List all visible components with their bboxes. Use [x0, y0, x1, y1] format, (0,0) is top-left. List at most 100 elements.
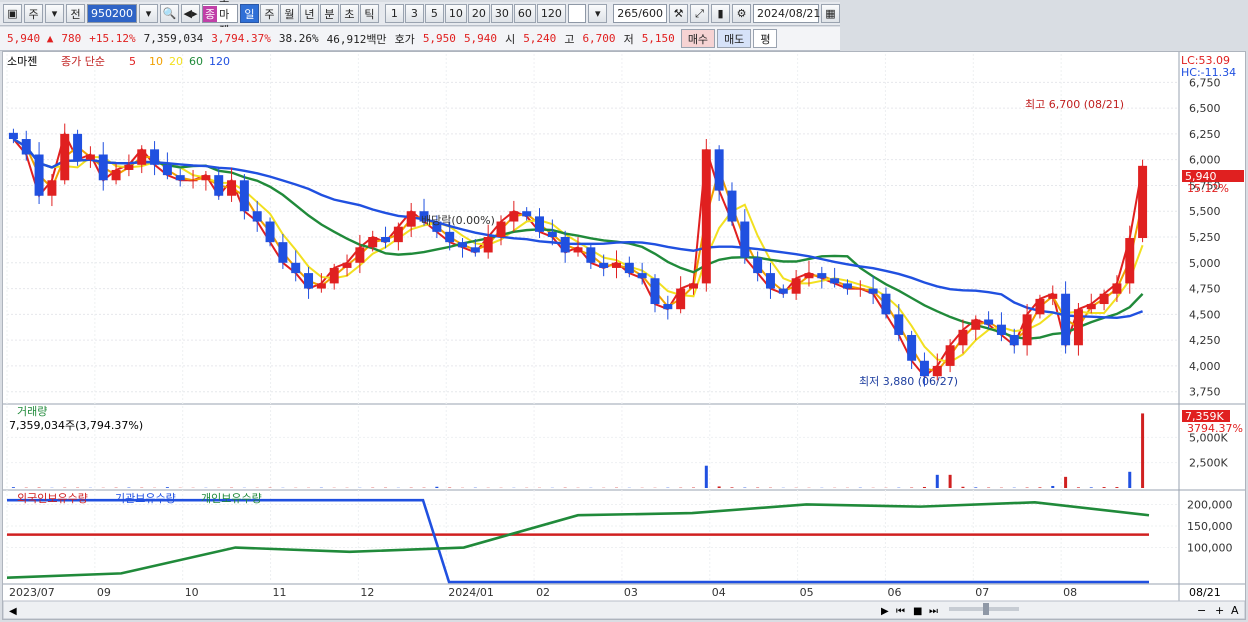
candle-body	[150, 149, 159, 164]
legend-stock-name: 소마젠	[7, 55, 37, 68]
interval-button-3[interactable]: 3	[405, 4, 424, 23]
volume-bar	[961, 487, 964, 488]
date-field[interactable]: 2024/08/21	[753, 4, 819, 23]
scroll-right-icon[interactable]: ▶	[881, 606, 889, 617]
period-button-월[interactable]: 월	[280, 4, 299, 23]
candle-body	[574, 247, 583, 252]
save-icon[interactable]: ▮	[711, 4, 730, 23]
market-prefix-2[interactable]: 전	[66, 4, 85, 23]
candle-body	[650, 278, 659, 304]
candle-body	[471, 247, 480, 252]
legend-ma-120: 120	[209, 55, 230, 68]
stock-name-field[interactable]: 종소마젠	[202, 4, 238, 23]
chart-tools-icon[interactable]: ⚒	[669, 4, 688, 23]
open-label: 시	[501, 31, 519, 47]
font-size-icon[interactable]: A	[1231, 604, 1239, 617]
code-input[interactable]: 950200	[87, 4, 137, 23]
price-tick-label: 4,750	[1189, 283, 1221, 296]
first-icon[interactable]: ⏮	[896, 606, 905, 617]
candle-body	[971, 320, 980, 330]
candle-body	[561, 237, 570, 252]
candle-body	[368, 237, 377, 247]
period-button-주[interactable]: 주	[260, 4, 279, 23]
interval-button-1[interactable]: 1	[385, 4, 404, 23]
dropdown-icon[interactable]: ▾	[45, 4, 64, 23]
volume-bar	[1051, 486, 1054, 488]
interval-button-5[interactable]: 5	[425, 4, 444, 23]
candle-body	[740, 222, 749, 258]
candle-body	[676, 289, 685, 310]
candle-body	[86, 155, 95, 160]
candle-body	[612, 263, 621, 268]
candle-body	[586, 247, 595, 262]
interval-custom-field[interactable]	[568, 4, 586, 23]
speaker-icon[interactable]: ◀▸	[181, 4, 200, 23]
candle-body	[163, 165, 172, 175]
candle-body	[984, 320, 993, 325]
low-annotation: 최저 3,880 (06/27)	[859, 375, 958, 388]
volume-last-pct: 3794.37%	[1187, 422, 1243, 435]
candle-body	[727, 191, 736, 222]
candle-body	[1048, 294, 1057, 299]
x-tick-label: 08	[1063, 586, 1077, 599]
candle-body	[843, 283, 852, 288]
calendar-icon[interactable]: ▦	[821, 4, 840, 23]
candle-body	[958, 330, 967, 345]
market-prefix[interactable]: 주	[24, 4, 43, 23]
period-button-년[interactable]: 년	[300, 4, 319, 23]
scroll-left-icon[interactable]: ◀	[9, 606, 17, 617]
hc-value: HC:-11.34	[1181, 66, 1236, 79]
change-pct: +15.12%	[85, 32, 139, 45]
layout-icon[interactable]: ▣	[3, 4, 22, 23]
candle-body	[715, 149, 724, 190]
search-icon[interactable]: 🔍	[160, 4, 179, 23]
candle-body	[445, 232, 454, 242]
count-total: /600	[638, 7, 663, 20]
interval-button-60[interactable]: 60	[514, 4, 536, 23]
price-tick-label: 4,250	[1189, 334, 1221, 347]
stock-chart[interactable]: 3,7504,0004,2504,5004,7505,0005,2505,500…	[3, 52, 1245, 619]
candle-body	[792, 278, 801, 293]
scroll-bar[interactable]: ◀ ▶ ⏮ ■ ⏭ − + A	[3, 601, 1245, 619]
draw-icon[interactable]: ⤢	[690, 4, 709, 23]
candle-body	[548, 232, 557, 237]
buy-button[interactable]: 매수	[681, 29, 715, 48]
candle-body	[946, 345, 955, 366]
period-button-분[interactable]: 분	[320, 4, 339, 23]
change: 780	[57, 32, 85, 45]
zoom-out-icon[interactable]: −	[1197, 604, 1206, 617]
interval-button-30[interactable]: 30	[491, 4, 513, 23]
even-button[interactable]: 평	[753, 29, 777, 48]
interval-dropdown-icon[interactable]: ▾	[588, 4, 607, 23]
high-label: 고	[560, 31, 578, 47]
volume-bar	[705, 466, 708, 488]
holding-tick-label: 200,000	[1187, 498, 1233, 511]
x-tick-label: 05	[800, 586, 814, 599]
sell-button[interactable]: 매도	[717, 29, 751, 48]
interval-button-120[interactable]: 120	[537, 4, 566, 23]
period-button-초[interactable]: 초	[340, 4, 359, 23]
period-button-일[interactable]: 일	[240, 4, 259, 23]
zoom-handle[interactable]	[983, 603, 989, 615]
gear-icon[interactable]: ⚙	[732, 4, 751, 23]
high-value: 6,700	[578, 32, 619, 45]
candle-body	[1010, 335, 1019, 345]
candle-body	[47, 180, 56, 195]
volume-bar	[1141, 413, 1144, 488]
interval-button-20[interactable]: 20	[468, 4, 490, 23]
candle-body	[869, 289, 878, 294]
candle-body	[394, 227, 403, 242]
price-tick-label: 3,750	[1189, 386, 1221, 399]
last-icon[interactable]: ⏭	[929, 606, 938, 617]
code-dropdown-icon[interactable]: ▾	[139, 4, 158, 23]
x-tick-label: 11	[273, 586, 287, 599]
zoom-in-icon[interactable]: +	[1215, 604, 1224, 617]
interval-button-10[interactable]: 10	[445, 4, 467, 23]
volume-bar	[1064, 477, 1067, 488]
period-button-틱[interactable]: 틱	[360, 4, 379, 23]
price-tick-label: 5,500	[1189, 205, 1221, 218]
legend-ma-60: 60	[189, 55, 203, 68]
chart-area[interactable]: 3,7504,0004,2504,5004,7505,0005,2505,500…	[2, 51, 1246, 620]
stop-icon[interactable]: ■	[913, 606, 922, 617]
count-field[interactable]: 265/600	[613, 4, 667, 23]
